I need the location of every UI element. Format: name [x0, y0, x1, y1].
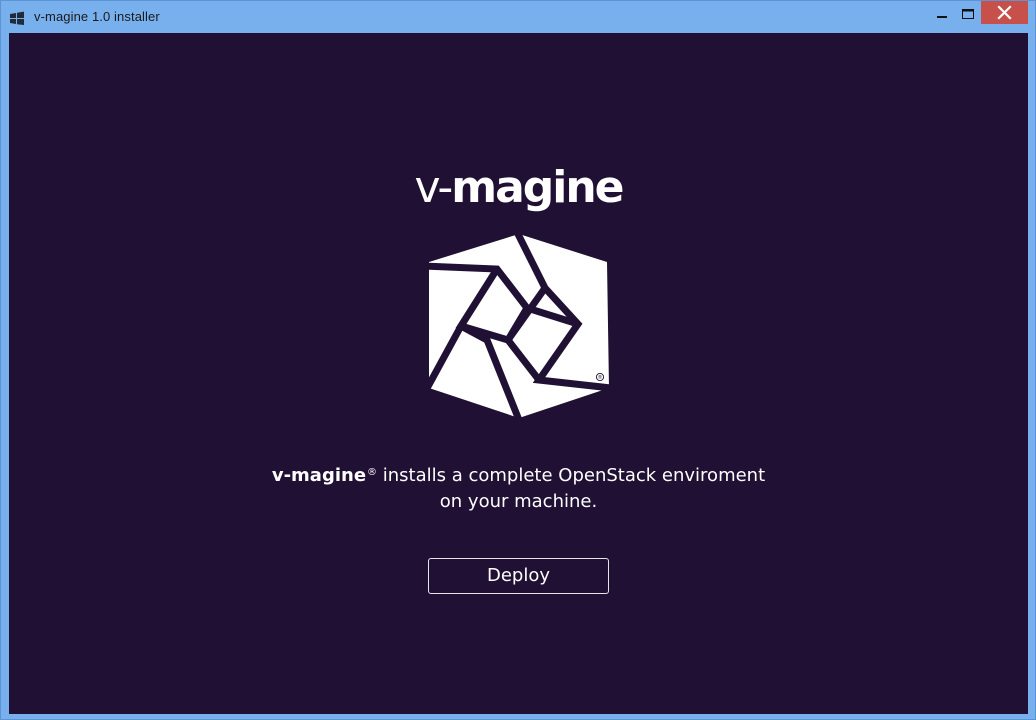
minimize-icon — [937, 16, 947, 18]
tagline-text: installs a complete OpenStack enviroment — [377, 465, 766, 486]
close-icon — [997, 5, 1012, 20]
brand-title-main: magine — [451, 162, 624, 213]
installer-window: v-magine 1.0 installer v-magine ® v-magi… — [0, 0, 1036, 720]
windows-logo-icon — [9, 10, 25, 25]
title-bar[interactable]: v-magine 1.0 installer — [1, 1, 1035, 33]
tagline-line-1: v-magine® installs a complete OpenStack … — [9, 460, 1028, 489]
v-magine-hexagon-logo: ® — [421, 232, 612, 422]
installer-content: v-magine ® v-magine® installs a complete… — [9, 33, 1028, 714]
maximize-icon — [962, 9, 974, 19]
tagline: v-magine® installs a complete OpenStack … — [9, 460, 1028, 515]
tagline-line-2: on your machine. — [439, 491, 598, 512]
deploy-button[interactable]: Deploy — [428, 558, 609, 594]
close-button[interactable] — [981, 1, 1028, 24]
window-title: v-magine 1.0 installer — [34, 9, 160, 24]
tagline-brand: v-magine — [271, 465, 367, 486]
tagline-registered-mark: ® — [367, 467, 378, 478]
svg-text:®: ® — [598, 374, 603, 381]
brand-title-prefix: v- — [414, 162, 453, 213]
maximize-button[interactable] — [955, 1, 981, 25]
minimize-button[interactable] — [929, 1, 955, 25]
brand-title: v-magine — [9, 161, 1028, 215]
